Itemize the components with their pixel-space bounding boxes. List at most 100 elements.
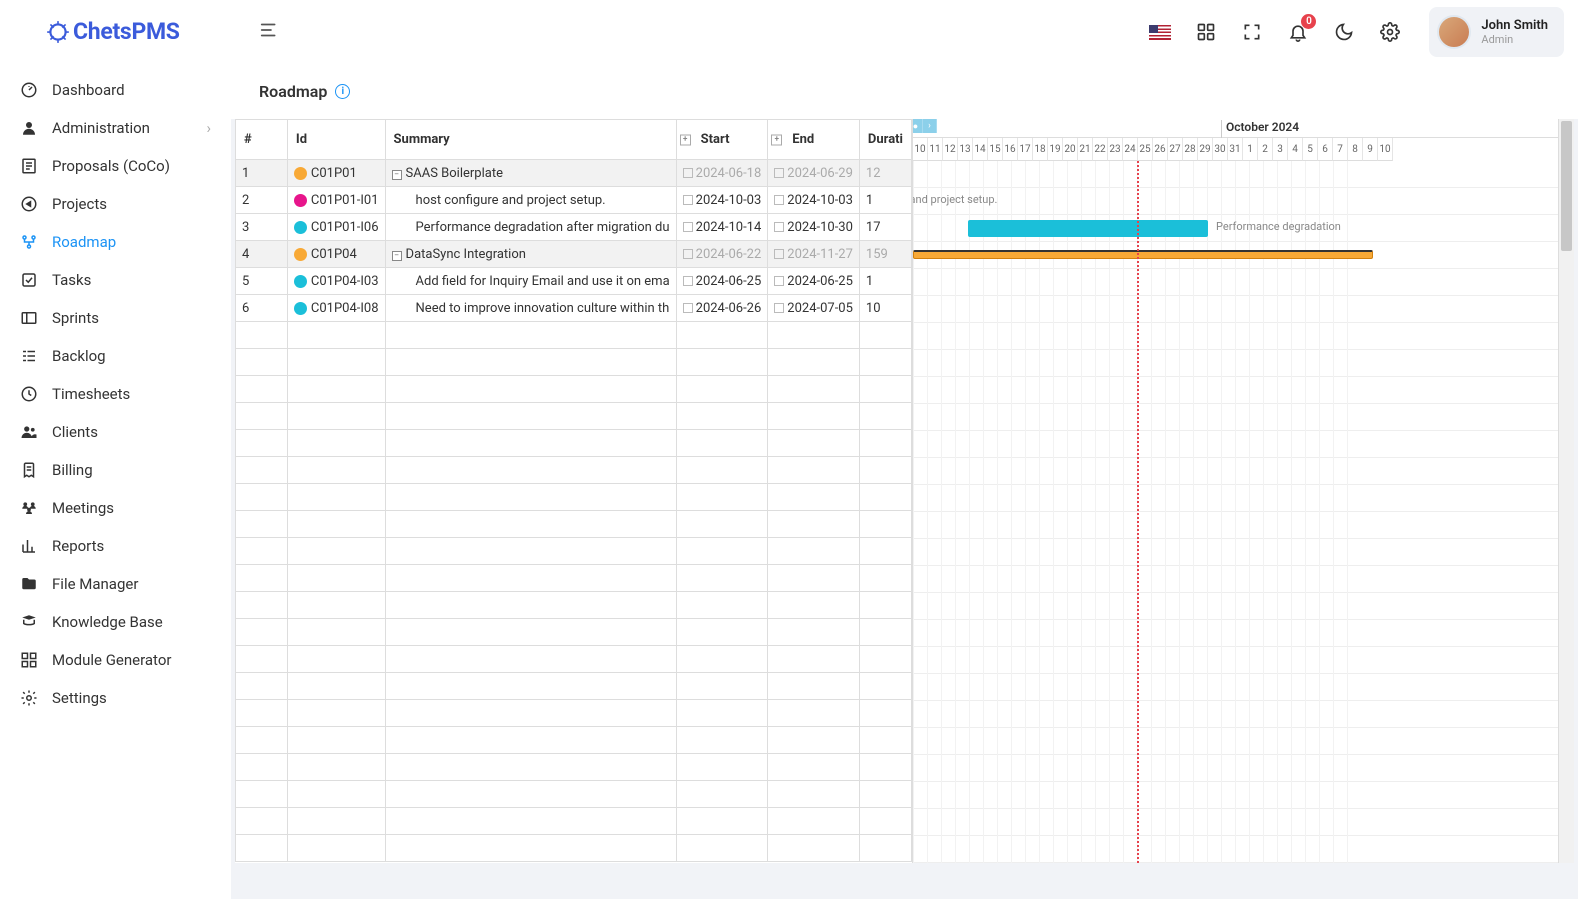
- timeline-day[interactable]: 3: [1273, 138, 1288, 161]
- col-id[interactable]: Id: [287, 120, 385, 160]
- gantt-timeline[interactable]: ‹ ● › October 2024 101112131415161718192…: [913, 119, 1574, 863]
- gantt-task-bar[interactable]: [968, 220, 1208, 237]
- timeline-day[interactable]: 23: [1108, 138, 1123, 161]
- timeline-day[interactable]: 21: [1078, 138, 1093, 161]
- sidebar-item-proposals[interactable]: Proposals (CoCo): [0, 147, 231, 185]
- timeline-day[interactable]: 7: [1333, 138, 1348, 161]
- timeline-day[interactable]: 29: [1198, 138, 1213, 161]
- table-row[interactable]: 5C01P04-I03Add field for Inquiry Email a…: [236, 268, 912, 295]
- timeline-row[interactable]: [913, 566, 1574, 593]
- checkbox[interactable]: [683, 303, 693, 313]
- menu-toggle-icon[interactable]: [259, 19, 281, 45]
- checkbox[interactable]: [774, 222, 784, 232]
- timeline-day[interactable]: 14: [973, 138, 988, 161]
- sidebar-item-clients[interactable]: Clients: [0, 413, 231, 451]
- timeline-day[interactable]: 4: [1288, 138, 1303, 161]
- timeline-day[interactable]: 18: [1033, 138, 1048, 161]
- timeline-row[interactable]: [913, 647, 1574, 674]
- timeline-day[interactable]: 16: [1003, 138, 1018, 161]
- sidebar-item-billing[interactable]: Billing: [0, 451, 231, 489]
- checkbox[interactable]: [774, 303, 784, 313]
- col-end[interactable]: +End: [768, 120, 860, 160]
- checkbox[interactable]: [683, 249, 693, 259]
- timeline-day[interactable]: 19: [1048, 138, 1063, 161]
- timeline-row[interactable]: [913, 350, 1574, 377]
- timeline-row[interactable]: [913, 782, 1574, 809]
- timeline-row[interactable]: [913, 674, 1574, 701]
- timeline-row[interactable]: [913, 404, 1574, 431]
- timeline-row[interactable]: [913, 458, 1574, 485]
- timeline-row[interactable]: [913, 836, 1574, 863]
- col-duration[interactable]: Durati: [859, 120, 911, 160]
- language-flag[interactable]: [1149, 25, 1171, 40]
- timeline-day[interactable]: 10: [913, 138, 928, 161]
- user-menu[interactable]: John Smith Admin: [1429, 7, 1564, 57]
- timeline-day[interactable]: 25: [1138, 138, 1153, 161]
- timeline-row[interactable]: [913, 296, 1574, 323]
- timeline-row[interactable]: [913, 620, 1574, 647]
- timeline-day[interactable]: 5: [1303, 138, 1318, 161]
- timeline-day[interactable]: 2: [1258, 138, 1273, 161]
- timeline-row[interactable]: [913, 728, 1574, 755]
- timeline-row[interactable]: [913, 539, 1574, 566]
- table-row[interactable]: 6C01P04-I08Need to improve innovation cu…: [236, 295, 912, 322]
- timeline-day[interactable]: 31: [1228, 138, 1243, 161]
- checkbox[interactable]: [683, 276, 693, 286]
- timeline-row[interactable]: [913, 701, 1574, 728]
- timeline-day[interactable]: 26: [1153, 138, 1168, 161]
- plus-icon[interactable]: +: [680, 134, 691, 145]
- timeline-day[interactable]: 6: [1318, 138, 1333, 161]
- table-row[interactable]: 1C01P01−SAAS Boilerplate2024-06-182024-0…: [236, 160, 912, 187]
- timeline-day[interactable]: 9: [1363, 138, 1378, 161]
- settings-icon[interactable]: [1379, 21, 1401, 43]
- sidebar-item-tasks[interactable]: Tasks: [0, 261, 231, 299]
- timeline-day[interactable]: 28: [1183, 138, 1198, 161]
- sidebar-item-meetings[interactable]: Meetings: [0, 489, 231, 527]
- nav-today-icon[interactable]: ●: [913, 119, 923, 133]
- timeline-day[interactable]: 17: [1018, 138, 1033, 161]
- notifications-button[interactable]: 0: [1287, 21, 1309, 43]
- sidebar-item-reports[interactable]: Reports: [0, 527, 231, 565]
- timeline-row[interactable]: [913, 755, 1574, 782]
- checkbox[interactable]: [774, 249, 784, 259]
- timeline-day[interactable]: 30: [1213, 138, 1228, 161]
- table-row[interactable]: 4C01P04−DataSync Integration2024-06-2220…: [236, 241, 912, 268]
- sidebar-item-settings[interactable]: Settings: [0, 679, 231, 717]
- checkbox[interactable]: [683, 222, 693, 232]
- timeline-day[interactable]: 15: [988, 138, 1003, 161]
- timeline-day[interactable]: 1: [1243, 138, 1258, 161]
- timeline-day[interactable]: 22: [1093, 138, 1108, 161]
- col-start[interactable]: +Start: [676, 120, 768, 160]
- table-row[interactable]: 3C01P01-I06Performance degradation after…: [236, 214, 912, 241]
- timeline-day[interactable]: 12: [943, 138, 958, 161]
- sidebar-item-roadmap[interactable]: Roadmap: [0, 223, 231, 261]
- timeline-row[interactable]: [913, 377, 1574, 404]
- timeline-row[interactable]: [913, 512, 1574, 539]
- checkbox[interactable]: [774, 195, 784, 205]
- timeline-row[interactable]: [913, 431, 1574, 458]
- sidebar-item-sprints[interactable]: Sprints: [0, 299, 231, 337]
- gantt-project-bar[interactable]: [913, 250, 1373, 259]
- collapse-icon[interactable]: −: [392, 170, 402, 180]
- timeline-row[interactable]: [913, 593, 1574, 620]
- sidebar-item-backlog[interactable]: Backlog: [0, 337, 231, 375]
- timeline-row[interactable]: [913, 809, 1574, 836]
- sidebar-item-knowledge[interactable]: Knowledge Base: [0, 603, 231, 641]
- col-summary[interactable]: Summary: [385, 120, 676, 160]
- nav-next-icon[interactable]: ›: [923, 119, 937, 133]
- timeline-day[interactable]: 20: [1063, 138, 1078, 161]
- sidebar-item-projects[interactable]: Projects: [0, 185, 231, 223]
- timeline-row[interactable]: [913, 188, 1574, 215]
- timeline-row[interactable]: [913, 323, 1574, 350]
- timeline-day[interactable]: 8: [1348, 138, 1363, 161]
- collapse-icon[interactable]: −: [392, 251, 402, 261]
- info-icon[interactable]: i: [335, 84, 350, 99]
- checkbox[interactable]: [774, 276, 784, 286]
- col-num[interactable]: #: [236, 120, 288, 160]
- checkbox[interactable]: [683, 168, 693, 178]
- sidebar-item-timesheets[interactable]: Timesheets: [0, 375, 231, 413]
- timeline-day[interactable]: 13: [958, 138, 973, 161]
- timeline-nav[interactable]: ‹ ● ›: [913, 119, 937, 133]
- sidebar-item-dashboard[interactable]: Dashboard: [0, 71, 231, 109]
- timeline-row[interactable]: [913, 269, 1574, 296]
